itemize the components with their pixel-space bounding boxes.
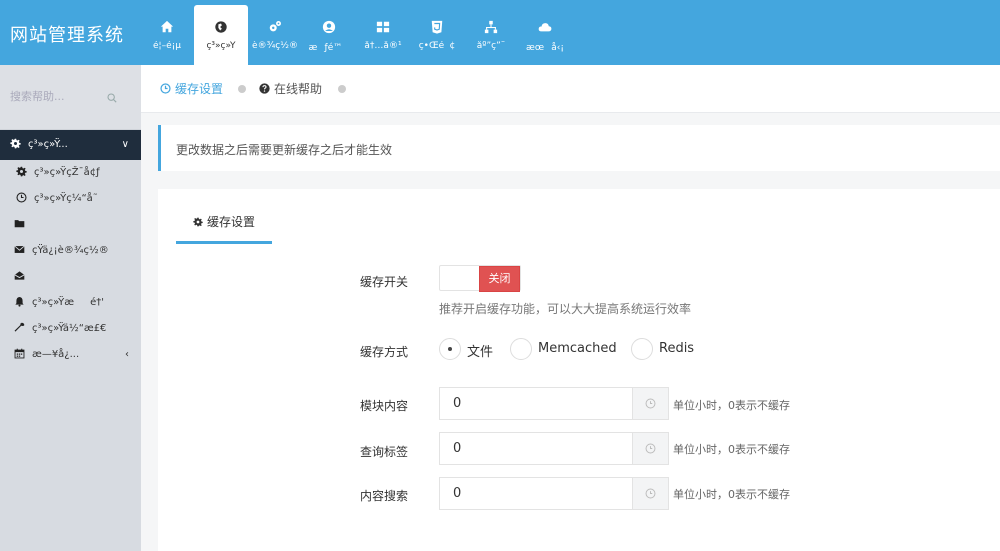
topnav-item-apps[interactable]: åº”ç”¨ [464,5,518,65]
breadcrumb-separator [338,85,346,93]
tab-label: 缓存设置 [207,215,256,229]
breadcrumb-online-help[interactable]: 在线帮助 [259,82,322,96]
sidebar-item-label: ç³»ç»Ÿç¼“å­˜ [34,193,98,204]
radio-memcached-label[interactable]: Memcached [538,341,617,356]
topnav-item-permissions[interactable]: æƒé™ [302,5,356,65]
breadcrumb: 缓存设置 在线帮助 [141,65,1000,113]
radio-file-label[interactable]: 文件 [467,341,493,360]
sidebar-item-label: ç³»ç»Ÿä½“æ£€ [32,323,107,334]
cache-settings-panel: 缓存设置 缓存开关 关闭 推荐开启缓存功能，可以大大提高系统运行效率 缓存方式 … [158,189,1000,551]
notice-banner: 更改数据之后需要更新缓存之后才能生效 [158,125,1000,171]
topnav-item-home[interactable]: é¦–é¡µ [140,5,194,65]
sidebar: ç³»ç»Ÿ... ∨ ç³»ç»ŸçŽ¯å¢ƒ ç³»ç»Ÿç¼“å­˜ çŸ… [0,65,141,551]
sidebar-item-notify[interactable]: ç³»ç»Ÿæé†' [0,290,141,316]
chevron-left-icon: ‹ [125,349,129,360]
sidebar-item-sms[interactable]: çŸ­ä¿¡è®¾ç½® [0,238,141,264]
sidebar-item-cache[interactable]: ç³»ç»Ÿç¼“å­˜ [0,186,141,212]
topnav-item-service[interactable]: æœå‹¡ [518,5,572,65]
sidebar-item-folder[interactable] [0,212,141,238]
sidebar-item-mail[interactable] [0,264,141,290]
cache-mode-label: 缓存方式 [360,345,409,359]
question-circle-icon [259,83,270,94]
breadcrumb-cache-settings[interactable]: 缓存设置 [160,82,223,96]
chevron-down-icon: ∨ [121,139,129,150]
query-tags-hint: 单位小时，0表示不缓存 [673,443,790,456]
topnav-item-content[interactable]: å†…å®¹ [356,5,410,65]
sidebar-item-label: ç³»ç»Ÿ... [28,139,68,150]
module-content-hint: 单位小时，0表示不缓存 [673,399,790,412]
folder-icon [14,218,26,230]
clock-icon [16,192,28,204]
clock-icon [632,388,668,419]
envelope-open-icon [14,270,26,282]
bell-icon [14,296,26,308]
cache-switch-off-button[interactable]: 关闭 [479,266,520,292]
query-tags-label: 查询标签 [360,445,409,459]
grid-icon [356,17,410,35]
clock-icon [160,83,171,94]
breadcrumb-separator [238,85,246,93]
envelope-icon [14,244,26,256]
clock-icon [632,478,668,509]
clock-icon [632,433,668,464]
sidebar-item-label: ç³»ç»ŸçŽ¯å¢ƒ [34,167,100,178]
content-search-input[interactable]: 0 [439,477,669,510]
module-content-label: 模块内容 [360,399,409,413]
sidebar-item-label: çŸ­ä¿¡è®¾ç½® [32,245,109,256]
sidebar-item-label: æ—¥å¿... [32,349,80,360]
sidebar-item-system[interactable]: ç³»ç»Ÿ... ∨ [0,130,141,160]
sidebar-item-label: ç³»ç»Ÿæé†' [32,297,104,308]
module-content-input[interactable]: 0 [439,387,669,420]
app-title: 网站管理系统 [10,25,124,46]
cache-switch-hint: 推荐开启缓存功能，可以大大提高系统运行效率 [439,302,692,316]
content-search-hint: 单位小时，0表示不缓存 [673,488,790,501]
globe-icon [194,17,248,35]
html5-icon [410,17,464,35]
search-icon[interactable] [107,93,117,103]
sidebar-item-logs[interactable]: æ—¥å¿... ‹ [0,342,141,368]
search-input[interactable] [10,88,105,104]
topnav-item-system[interactable]: ç³»ç»Ÿ [194,5,248,65]
radio-redis[interactable] [631,338,653,360]
query-tags-input[interactable]: 0 [439,432,669,465]
sitemap-icon [464,17,518,35]
wrench-icon [14,322,26,334]
user-circle-icon [302,17,356,35]
tab-cache-settings[interactable]: 缓存设置 [176,189,272,244]
gear-icon [10,138,22,150]
notice-text: 更改数据之后需要更新缓存之后才能生效 [176,143,393,157]
cache-switch-toggle[interactable]: 关闭 [439,265,521,292]
radio-memcached[interactable] [510,338,532,360]
cloud-icon [518,17,572,35]
sidebar-item-environment[interactable]: ç³»ç»ŸçŽ¯å¢ƒ [0,160,141,186]
cache-switch-label: 缓存开关 [360,275,409,289]
radio-file[interactable] [439,338,461,360]
topnav-item-interface[interactable]: ç•Œé¢ [410,5,464,65]
gear-icon [193,217,203,227]
calendar-icon [14,348,26,360]
top-nav: é¦–é¡µ ç³»ç»Ÿ è®¾ç½® æƒé™ å†…å®¹ ç•Œé… [140,5,572,65]
home-icon [140,17,194,35]
sidebar-search [0,65,141,130]
gear-icon [16,166,28,178]
radio-redis-label[interactable]: Redis [659,341,694,356]
topnav-item-settings[interactable]: è®¾ç½® [248,5,302,65]
cogs-icon [248,17,302,35]
content-search-label: 内容搜索 [360,489,409,503]
top-navbar: 网站管理系统 é¦–é¡µ ç³»ç»Ÿ è®¾ç½® æƒé™ å†…å®… [0,0,1000,65]
sidebar-item-checkup[interactable]: ç³»ç»Ÿä½“æ£€ [0,316,141,342]
